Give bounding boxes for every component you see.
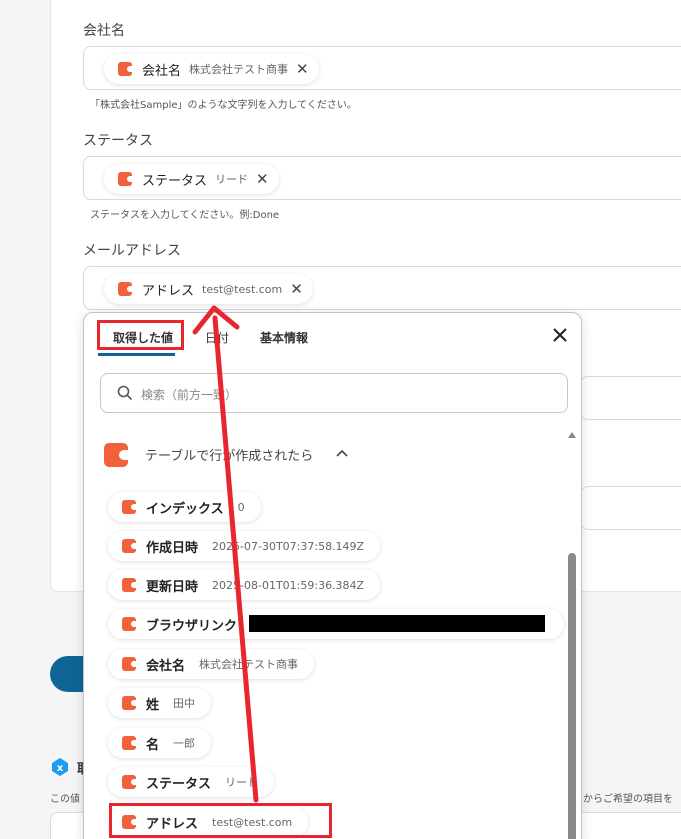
item-value: 株式会社テスト商事 bbox=[199, 658, 299, 671]
company-field-label: 会社名 bbox=[83, 23, 125, 39]
item-value: リード bbox=[225, 776, 259, 789]
app-logo-icon bbox=[122, 657, 137, 671]
item-name: 姓 bbox=[146, 697, 160, 713]
app-logo-icon bbox=[122, 617, 137, 631]
close-icon[interactable] bbox=[550, 325, 570, 345]
list-item[interactable]: 名 一郎 bbox=[108, 728, 212, 758]
tag-value: 株式会社テスト商事 bbox=[189, 63, 289, 76]
tag-name: アドレス bbox=[142, 283, 195, 299]
status-field-label: ステータス bbox=[83, 133, 153, 149]
app-logo-icon bbox=[122, 578, 137, 592]
email-tag[interactable]: アドレス test@test.com ✕ bbox=[104, 274, 313, 304]
svg-text:x: x bbox=[57, 763, 64, 774]
item-name: インデックス bbox=[146, 501, 224, 517]
hidden-field[interactable] bbox=[580, 376, 681, 420]
tab-basic-info[interactable]: 基本情報 bbox=[260, 329, 308, 346]
section-title[interactable]: テーブルで行が作成されたら bbox=[145, 445, 313, 464]
item-name: 会社名 bbox=[146, 658, 186, 674]
app-logo-icon bbox=[118, 282, 133, 296]
app-logo-icon bbox=[118, 172, 133, 186]
email-field-label: メールアドレス bbox=[83, 243, 181, 259]
item-value: 田中 bbox=[173, 697, 196, 710]
remove-tag-icon[interactable]: ✕ bbox=[256, 171, 269, 187]
item-highlight-box bbox=[109, 803, 332, 838]
bottom-hint: この値 bbox=[50, 794, 80, 805]
app-logo-icon bbox=[122, 696, 137, 710]
item-name: ブラウザリンク bbox=[146, 618, 238, 634]
hidden-field[interactable] bbox=[580, 486, 681, 530]
bottom-hint-tail: からご希望の項目を bbox=[583, 794, 673, 805]
status-hint: ステータスを入力してください。例:Done bbox=[90, 210, 280, 221]
app-logo-icon bbox=[122, 539, 137, 553]
list-item[interactable]: 会社名 株式会社テスト商事 bbox=[108, 649, 315, 679]
x-logo-icon: x bbox=[50, 757, 70, 777]
tab-highlight-box bbox=[97, 320, 184, 350]
item-value: 2025-07-30T07:37:58.149Z bbox=[212, 539, 365, 553]
tab-date[interactable]: 日付 bbox=[205, 329, 229, 346]
status-tag[interactable]: ステータス リード ✕ bbox=[104, 164, 279, 194]
app-logo-icon bbox=[118, 62, 133, 76]
list-item[interactable]: 姓 田中 bbox=[108, 688, 212, 718]
tag-value: リード bbox=[215, 173, 249, 186]
item-name: ステータス bbox=[146, 776, 212, 792]
app-logo-icon bbox=[122, 775, 137, 789]
remove-tag-icon[interactable]: ✕ bbox=[296, 61, 309, 77]
item-value: 一郎 bbox=[173, 737, 196, 750]
app-logo-icon bbox=[122, 500, 137, 514]
item-name: 作成日時 bbox=[146, 540, 199, 556]
list-item[interactable]: ステータス リード bbox=[108, 767, 275, 797]
list-item[interactable]: インデックス 0 bbox=[108, 492, 261, 522]
item-value: 0 bbox=[237, 500, 245, 514]
company-tag[interactable]: 会社名 株式会社テスト商事 ✕ bbox=[104, 54, 319, 84]
item-name: 名 bbox=[146, 737, 160, 753]
search-icon bbox=[117, 385, 133, 401]
list-item[interactable]: 更新日時 2025-08-01T01:59:36.384Z bbox=[108, 570, 381, 600]
active-tab-indicator bbox=[98, 353, 175, 356]
item-value: 2025-08-01T01:59:36.384Z bbox=[212, 578, 365, 592]
chevron-up-icon[interactable] bbox=[336, 449, 348, 457]
tag-name: 会社名 bbox=[142, 63, 182, 79]
redacted-value bbox=[249, 615, 545, 632]
company-hint: 「株式会社Sample」のような文字列を入力してください。 bbox=[90, 100, 357, 111]
app-logo-icon bbox=[122, 736, 137, 750]
tag-value: test@test.com bbox=[202, 282, 283, 296]
scroll-up-icon[interactable] bbox=[568, 432, 576, 438]
remove-tag-icon[interactable]: ✕ bbox=[290, 281, 303, 297]
list-item[interactable]: 作成日時 2025-07-30T07:37:58.149Z bbox=[108, 531, 381, 561]
app-logo-icon bbox=[104, 443, 129, 467]
scrollbar-thumb[interactable] bbox=[568, 553, 576, 839]
tag-name: ステータス bbox=[142, 173, 208, 189]
item-name: 更新日時 bbox=[146, 579, 199, 595]
search-input[interactable]: 検索（前方一致） bbox=[100, 373, 568, 413]
search-placeholder: 検索（前方一致） bbox=[141, 388, 238, 402]
variable-picker-popup: 取得した値 日付 基本情報 検索（前方一致） テーブルで行が作成されたら インデ… bbox=[83, 312, 582, 839]
